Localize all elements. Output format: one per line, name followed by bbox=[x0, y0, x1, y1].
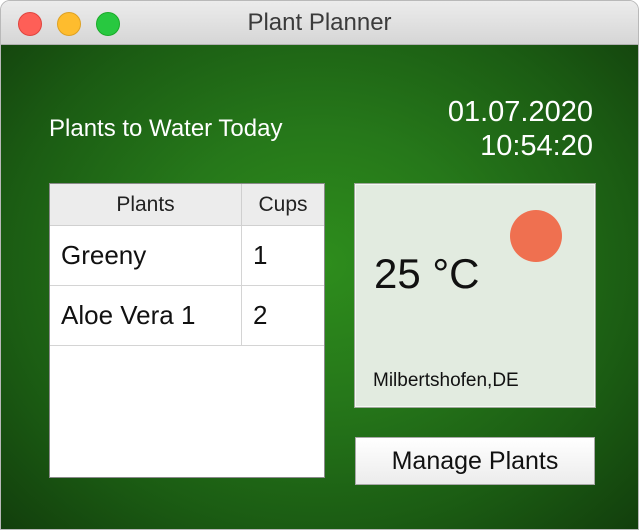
column-header-cups[interactable]: Cups bbox=[242, 184, 324, 225]
table-row[interactable]: Greeny 1 bbox=[50, 226, 324, 286]
plants-table[interactable]: Plants Cups Greeny 1 Aloe Vera 1 2 bbox=[49, 183, 325, 478]
current-date: 01.07.2020 bbox=[447, 96, 593, 128]
main-panel: Plants to Water Today 01.07.2020 10:54:2… bbox=[1, 45, 638, 529]
table-header: Plants Cups bbox=[50, 184, 324, 226]
weather-panel: 25 °C Milbertshofen,DE bbox=[354, 183, 596, 408]
sun-icon bbox=[510, 210, 562, 262]
plant-name-cell: Aloe Vera 1 bbox=[50, 286, 242, 345]
table-row[interactable]: Aloe Vera 1 2 bbox=[50, 286, 324, 346]
window-title: Plant Planner bbox=[247, 9, 392, 36]
column-header-plants[interactable]: Plants bbox=[50, 184, 242, 225]
title-bar: Plant Planner bbox=[1, 1, 638, 45]
plants-to-water-heading: Plants to Water Today bbox=[49, 115, 283, 142]
datetime-display: 01.07.2020 10:54:20 bbox=[448, 95, 593, 163]
cups-cell: 2 bbox=[253, 300, 268, 330]
weather-location: Milbertshofen,DE bbox=[373, 370, 519, 391]
temperature-value: 25 °C bbox=[374, 250, 480, 297]
manage-plants-button[interactable]: Manage Plants bbox=[355, 437, 595, 485]
app-window: Plant Planner Plants to Water Today 01.0… bbox=[0, 0, 639, 530]
plant-name-cell: Greeny bbox=[50, 226, 242, 285]
current-time: 10:54:20 bbox=[480, 130, 593, 162]
cups-cell: 1 bbox=[253, 240, 268, 270]
